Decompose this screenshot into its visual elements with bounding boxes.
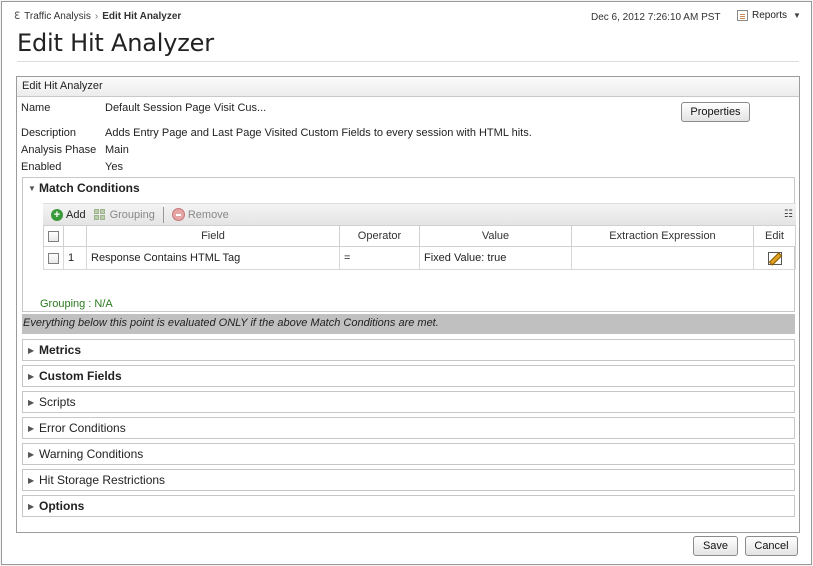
row-field: Response Contains HTML Tag	[86, 246, 340, 270]
enabled-value: Yes	[105, 161, 123, 173]
row-select-cell	[43, 246, 64, 270]
add-icon: +	[51, 208, 63, 221]
chevron-down-icon: ▼	[793, 11, 801, 20]
collapsed-triangle-icon: ▶	[28, 501, 35, 511]
custom-fields-title: Custom Fields	[39, 369, 122, 383]
column-menu-icon[interactable]: ☷	[784, 209, 793, 220]
edit-header[interactable]: Edit	[753, 225, 796, 247]
collapsed-triangle-icon: ▶	[28, 449, 35, 459]
index-header	[63, 225, 87, 247]
error-conditions-title: Error Conditions	[39, 421, 126, 435]
match-conditions-header[interactable]: ▼ Match Conditions	[23, 178, 794, 198]
cancel-button[interactable]: Cancel	[745, 536, 798, 556]
collapsed-triangle-icon: ▶	[28, 397, 35, 407]
traffic-analysis-icon: ℇ	[14, 11, 21, 22]
app-window: ℇ Traffic Analysis › Edit Hit Analyzer D…	[1, 1, 812, 565]
divider	[17, 61, 799, 62]
select-all-header	[43, 225, 64, 247]
breadcrumb: ℇ Traffic Analysis › Edit Hit Analyzer	[14, 11, 181, 22]
reports-label: Reports	[752, 10, 788, 21]
grouping-status: Grouping : N/A	[40, 298, 113, 310]
enabled-label: Enabled	[21, 161, 62, 173]
save-button[interactable]: Save	[693, 536, 738, 556]
row-edit-cell	[753, 246, 796, 270]
remove-button[interactable]: Remove	[171, 208, 229, 221]
select-all-checkbox[interactable]	[48, 230, 59, 242]
collapsed-triangle-icon: ▶	[28, 475, 35, 485]
properties-button[interactable]: Properties	[681, 102, 750, 122]
remove-label: Remove	[187, 208, 229, 221]
metrics-title: Metrics	[39, 343, 82, 357]
add-button[interactable]: + Add	[51, 208, 86, 221]
error-conditions-section[interactable]: ▶ Error Conditions	[22, 417, 795, 439]
collapsed-triangle-icon: ▶	[28, 423, 35, 433]
panel-title: Edit Hit Analyzer	[17, 77, 799, 97]
metrics-section[interactable]: ▶ Metrics	[22, 339, 795, 361]
breadcrumb-current: Edit Hit Analyzer	[102, 11, 182, 22]
match-conditions-section: ▼ Match Conditions + Add Grouping Remove…	[22, 177, 796, 312]
row-index: 1	[63, 246, 87, 270]
breadcrumb-parent[interactable]: Traffic Analysis	[24, 11, 91, 22]
field-header[interactable]: Field	[86, 225, 340, 247]
breadcrumb-separator-icon: ›	[94, 11, 99, 22]
datetime: Dec 6, 2012 7:26:10 AM PST	[591, 12, 721, 23]
remove-icon	[171, 208, 185, 221]
grouping-icon	[93, 208, 107, 221]
report-icon	[737, 10, 748, 21]
conditions-toolbar: + Add Grouping Remove ☷	[43, 203, 796, 225]
add-label: Add	[66, 208, 86, 221]
collapsed-triangle-icon: ▶	[28, 371, 35, 381]
top-bar: ℇ Traffic Analysis › Edit Hit Analyzer D…	[2, 2, 811, 28]
row-extraction	[571, 246, 754, 270]
row-value: Fixed Value: true	[419, 246, 572, 270]
hit-storage-title: Hit Storage Restrictions	[39, 473, 166, 487]
edit-icon[interactable]	[767, 251, 782, 265]
conditions-table: Field Operator Value Extraction Expressi…	[43, 225, 796, 270]
value-header[interactable]: Value	[419, 225, 572, 247]
expanded-triangle-icon: ▼	[28, 183, 36, 193]
extraction-header[interactable]: Extraction Expression	[571, 225, 754, 247]
row-operator: =	[339, 246, 420, 270]
warning-conditions-title: Warning Conditions	[39, 447, 144, 461]
reports-menu[interactable]: Reports ▼	[737, 10, 801, 21]
evaluation-notice: Everything below this point is evaluated…	[22, 314, 795, 334]
table-header-row: Field Operator Value Extraction Expressi…	[43, 225, 796, 247]
grouping-label: Grouping	[109, 208, 155, 221]
warning-conditions-section[interactable]: ▶ Warning Conditions	[22, 443, 795, 465]
analysis-phase-value: Main	[105, 144, 129, 156]
page-title: Edit Hit Analyzer	[17, 29, 214, 57]
analysis-phase-label: Analysis Phase	[21, 144, 97, 156]
match-conditions-title: Match Conditions	[39, 181, 140, 195]
scripts-section[interactable]: ▶ Scripts	[22, 391, 795, 413]
description-label: Description	[21, 127, 77, 139]
hit-storage-section[interactable]: ▶ Hit Storage Restrictions	[22, 469, 795, 491]
row-checkbox[interactable]	[48, 252, 59, 264]
collapsed-triangle-icon: ▶	[28, 345, 35, 355]
description-value: Adds Entry Page and Last Page Visited Cu…	[105, 127, 532, 139]
options-section[interactable]: ▶ Options	[22, 495, 795, 517]
operator-header[interactable]: Operator	[339, 225, 420, 247]
edit-panel: Edit Hit Analyzer Name Default Session P…	[16, 76, 800, 533]
scripts-title: Scripts	[39, 395, 76, 409]
name-label: Name	[21, 102, 51, 114]
toolbar-separator	[162, 206, 164, 223]
custom-fields-section[interactable]: ▶ Custom Fields	[22, 365, 795, 387]
options-title: Options	[39, 499, 85, 513]
name-value: Default Session Page Visit Cus...	[105, 102, 267, 114]
table-row[interactable]: 1 Response Contains HTML Tag = Fixed Val…	[43, 246, 796, 270]
grouping-button[interactable]: Grouping	[93, 208, 155, 221]
